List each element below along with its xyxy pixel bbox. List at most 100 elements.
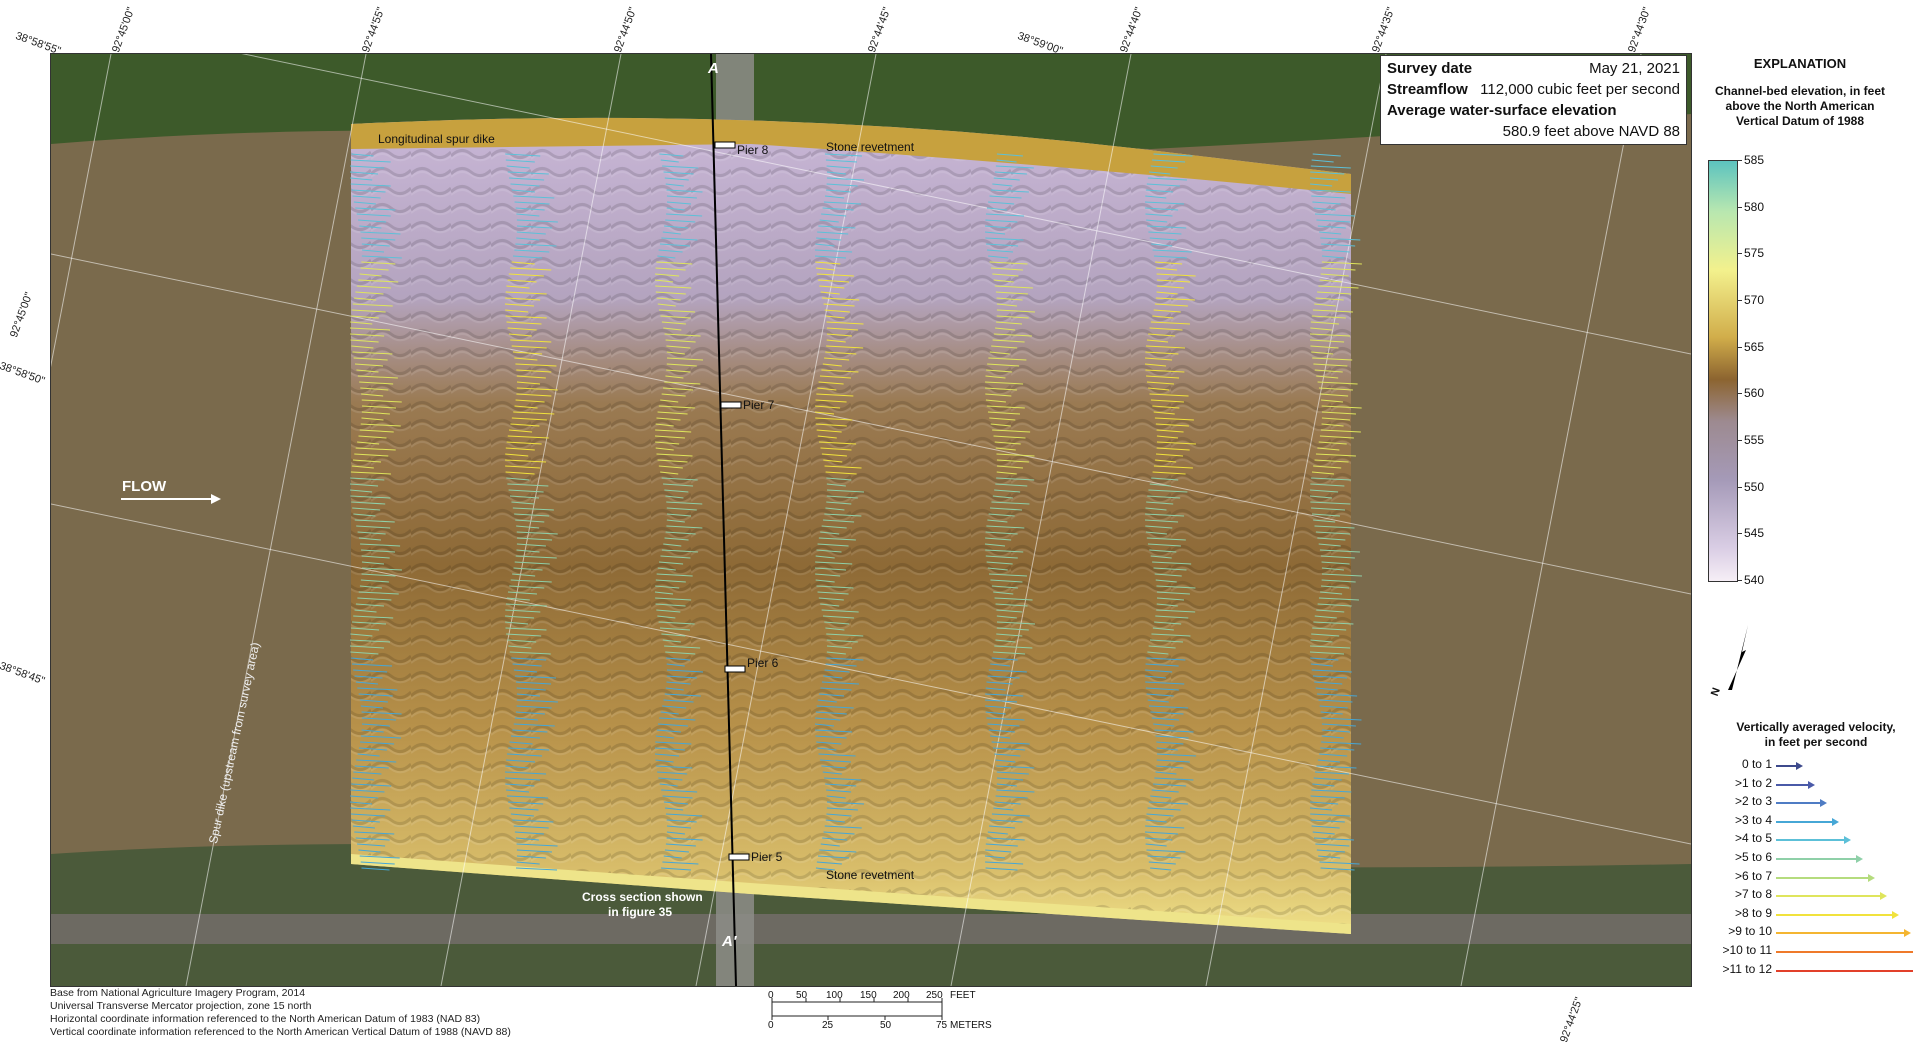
velocity-class-label: >1 to 2 <box>1734 775 1772 790</box>
velocity-class-arrowhead <box>1856 855 1863 863</box>
elevation-title-1: Channel-bed elevation, in feet <box>1714 84 1886 98</box>
scale-ft-unit: FEET <box>950 990 976 1001</box>
velocity-class-arrow <box>1776 969 1913 972</box>
colorbar-tick <box>1737 533 1742 535</box>
colorbar-tick-label: 550 <box>1744 479 1765 494</box>
cross-section-label-2: in figure 35 <box>608 905 673 919</box>
north-arrow-icon <box>1728 625 1748 690</box>
velocity-class-arrow <box>1776 913 1892 916</box>
pier8-marker[interactable] <box>714 141 736 149</box>
coord-top3: 92°44'55" <box>360 5 388 55</box>
velocity-class-arrowhead <box>1796 762 1803 770</box>
velocity-class-arrow <box>1776 802 1820 805</box>
pier5-label: Pier 5 <box>751 850 783 864</box>
velocity-class-label: >6 to 7 <box>1734 868 1772 883</box>
map-canvas[interactable] <box>51 54 1691 986</box>
coord-top9: 92°44'30" <box>1626 5 1654 55</box>
velocity-class-arrow <box>1776 765 1796 767</box>
coord-top2: 92°45'00" <box>110 5 138 55</box>
velocity-class-label: >2 to 3 <box>1734 794 1772 809</box>
legend-title: EXPLANATION <box>1753 56 1847 71</box>
pier8-label: Pier 8 <box>737 143 769 157</box>
velocity-class-arrowhead <box>1868 873 1875 882</box>
velocity-class-label: >8 to 9 <box>1734 905 1772 920</box>
velocity-class-label: >11 to 12 <box>1722 961 1773 976</box>
colorbar-tick-label: 565 <box>1744 339 1765 354</box>
scale-ft-50: 50 <box>796 990 808 1001</box>
velocity-class-arrowhead <box>1880 892 1887 901</box>
pier6-marker[interactable] <box>724 665 746 673</box>
colorbar-tick <box>1737 253 1742 255</box>
scale-m-25: 25 <box>822 1020 834 1031</box>
longitudinal-dike-label: Longitudinal spur dike <box>378 132 495 146</box>
credit-line: Universal Transverse Mercator projection… <box>50 1000 312 1012</box>
scale-m-unit: METERS <box>950 1020 992 1031</box>
cross-section-label: Cross section shown <box>582 890 703 904</box>
credit-line: Horizontal coordinate information refere… <box>50 1013 481 1025</box>
colorbar-tick <box>1737 346 1742 348</box>
streamflow-value: 112,000 cubic feet per second <box>1480 81 1680 98</box>
velocity-class-label: >4 to 5 <box>1734 831 1772 846</box>
scale-ft-0: 0 <box>768 990 774 1001</box>
colorbar-tick-label: 575 <box>1744 246 1765 261</box>
section-a-label: A <box>708 60 719 77</box>
colorbar-tick-label: 570 <box>1744 293 1765 307</box>
railroad <box>51 914 1691 944</box>
velocity-class-arrowhead <box>1832 817 1839 826</box>
wse-value: 580.9 feet above NAVD 88 <box>1502 123 1680 140</box>
velocity-class-label: >5 to 6 <box>1734 850 1772 864</box>
velocity-class-arrowhead <box>1820 799 1827 808</box>
pier7-marker[interactable] <box>720 401 742 409</box>
pier5-marker[interactable] <box>728 853 750 861</box>
velocity-class-label: 0 to 1 <box>1741 757 1772 771</box>
elevation-colorbar <box>1708 160 1738 582</box>
colorbar-tick-label: 555 <box>1744 433 1765 447</box>
elevation-title-2: above the North American <box>1725 99 1875 113</box>
streamflow-label: Streamflow <box>1387 81 1468 98</box>
velocity-class-arrow <box>1776 820 1832 823</box>
velocity-title: Vertically averaged velocity, in feet pe… <box>1716 720 1913 750</box>
colorbar-tick-label: 540 <box>1744 573 1765 587</box>
map-frame[interactable] <box>50 53 1692 987</box>
survey-date-value: May 21, 2021 <box>1589 60 1680 77</box>
velocity-class-arrow <box>1776 932 1904 935</box>
colorbar-tick <box>1737 580 1742 581</box>
colorbar-tick-label: 560 <box>1744 386 1765 401</box>
bed-dunes <box>351 117 1351 935</box>
colorbar-tick-label: 545 <box>1744 526 1765 541</box>
stone-revetment-bottom-label: Stone revetment <box>826 868 915 882</box>
velocity-class-label: >7 to 8 <box>1734 887 1772 902</box>
colorbar-tick-label: 585 <box>1744 153 1765 167</box>
coord-top8: 92°44'35" <box>1370 5 1398 55</box>
flow-label: FLOW <box>122 478 167 495</box>
coord-top5: 92°44'45" <box>866 5 894 55</box>
colorbar-tick <box>1737 393 1742 395</box>
coord-top1: 38°58'55" <box>13 30 63 58</box>
velocity-class-arrow <box>1776 951 1913 953</box>
credit-line: Base from National Agriculture Imagery P… <box>50 987 306 999</box>
coord-top7: 92°44'40" <box>1118 5 1146 55</box>
velocity-class-arrowhead <box>1904 929 1911 938</box>
section-a-prime-label: A′ <box>722 933 737 950</box>
velocity-title-2: in feet per second <box>1764 735 1868 749</box>
velocity-class-label: >3 to 4 <box>1734 812 1772 827</box>
elevation-title: Channel-bed elevation, in feet above the… <box>1700 84 1900 129</box>
coord-left3: 38°58'45" <box>0 660 47 688</box>
stone-revetment-top-label: Stone revetment <box>826 140 915 154</box>
scale-ft-100: 100 <box>826 990 843 1001</box>
velocity-class-arrowhead <box>1808 780 1815 789</box>
survey-date-label: Survey date <box>1387 60 1473 77</box>
velocity-class-arrow <box>1776 858 1856 860</box>
scale-ft-250: 250 <box>926 990 943 1001</box>
wse-label: Average water-surface elevation <box>1387 102 1617 119</box>
velocity-class-arrow <box>1776 783 1808 786</box>
velocity-class-label: >10 to 11 <box>1722 943 1773 957</box>
coord-left2: 38°58'50" <box>0 360 47 388</box>
survey-info-box: Survey date May 21, 2021 Streamflow 112,00… <box>1380 55 1687 145</box>
colorbar-tick <box>1737 440 1742 441</box>
scale-m-75: 75 <box>936 1020 948 1031</box>
scale-ft-200: 200 <box>893 990 910 1001</box>
coord-bottom1: 92°44'25" <box>1558 995 1586 1044</box>
scale-m-50: 50 <box>880 1020 892 1031</box>
colorbar-tick-label: 580 <box>1744 199 1765 214</box>
